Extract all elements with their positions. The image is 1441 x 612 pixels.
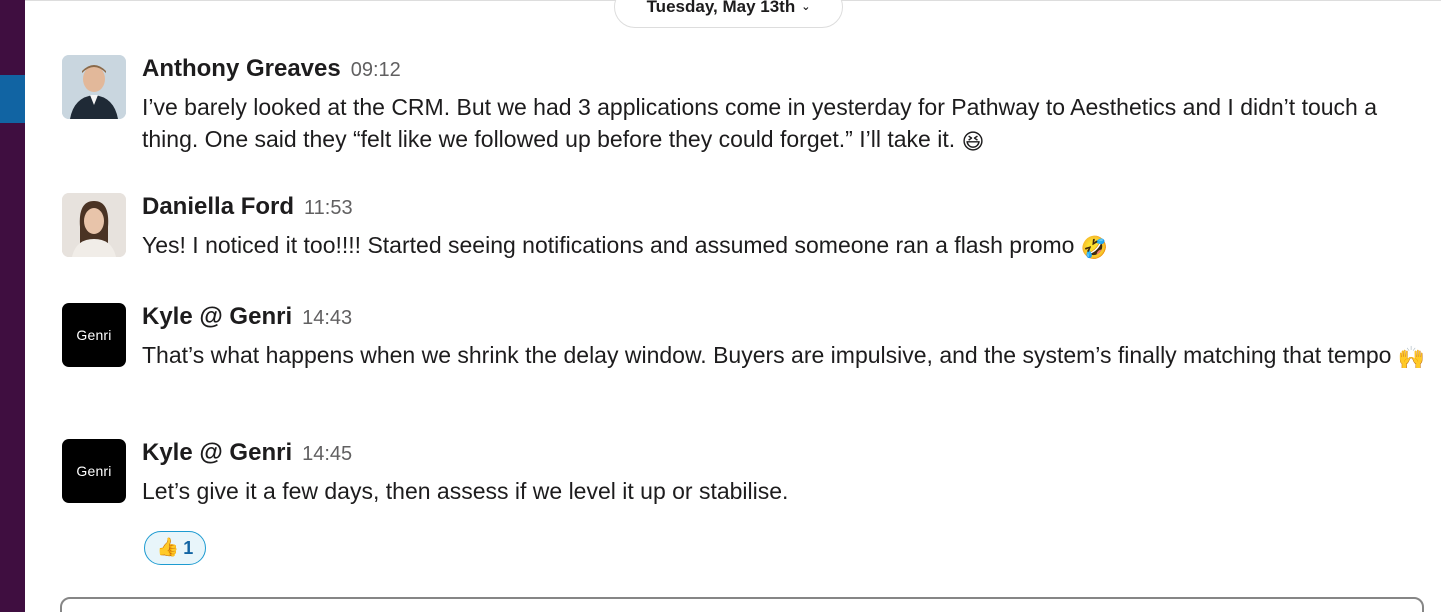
avatar-genri-logo: Genri	[76, 327, 112, 343]
message-item[interactable]: Genri Kyle @ Genri 14:43 That’s what hap…	[62, 303, 1432, 413]
message-text-content: That’s what happens when we shrink the d…	[142, 342, 1392, 368]
date-label: Tuesday, May 13th	[646, 0, 796, 16]
message-timestamp[interactable]: 14:43	[302, 307, 352, 330]
message-text: I’ve barely looked at the CRM. But we ha…	[142, 91, 1432, 155]
author-name[interactable]: Anthony Greaves	[142, 55, 341, 83]
message-item[interactable]: Daniella Ford 11:53 Yes! I noticed it to…	[62, 193, 1432, 265]
avatar[interactable]: Genri	[62, 303, 126, 367]
reaction-count: 1	[183, 537, 194, 558]
message-text-content: I’ve barely looked at the CRM. But we ha…	[142, 94, 1378, 152]
date-jump-button[interactable]: Tuesday, May 13th ⌄	[614, 0, 843, 28]
rolling-laughing-emoji: 🤣	[1080, 236, 1109, 261]
message-header: Kyle @ Genri 14:45	[142, 439, 1432, 471]
sidebar-active-indicator[interactable]	[0, 75, 25, 123]
message-text-content: Let’s give it a few days, then assess if…	[142, 478, 789, 504]
avatar[interactable]: Genri	[62, 439, 126, 503]
raising-hands-emoji: 🙌	[1397, 346, 1426, 371]
grinning-squinting-emoji: 😆	[961, 130, 985, 155]
message-body: Kyle @ Genri 14:43 That’s what happens w…	[142, 303, 1432, 371]
message-item[interactable]: Anthony Greaves 09:12 I’ve barely looked…	[62, 55, 1432, 165]
reaction-pill[interactable]: 👍 1	[144, 531, 206, 565]
message-text: Let’s give it a few days, then assess if…	[142, 475, 1432, 507]
author-name[interactable]: Daniella Ford	[142, 193, 294, 221]
message-timestamp[interactable]: 11:53	[304, 197, 353, 220]
chevron-down-icon: ⌄	[801, 0, 811, 13]
avatar-genri-logo: Genri	[76, 463, 112, 479]
slack-channel-view: Tuesday, May 13th ⌄ Anthony Greaves 09:1…	[0, 0, 1441, 612]
message-timestamp[interactable]: 14:45	[302, 443, 352, 466]
avatar[interactable]	[62, 55, 126, 119]
message-text: Yes! I noticed it too!!!! Started seeing…	[142, 229, 1432, 261]
message-body: Anthony Greaves 09:12 I’ve barely looked…	[142, 55, 1432, 155]
avatar-photo	[62, 55, 126, 119]
avatar-photo	[62, 193, 126, 257]
message-timestamp[interactable]: 09:12	[351, 59, 401, 82]
message-text-content: Yes! I noticed it too!!!! Started seeing…	[142, 232, 1075, 258]
message-composer[interactable]	[60, 597, 1424, 612]
avatar[interactable]	[62, 193, 126, 257]
message-header: Daniella Ford 11:53	[142, 193, 1432, 225]
author-name[interactable]: Kyle @ Genri	[142, 303, 292, 331]
author-name[interactable]: Kyle @ Genri	[142, 439, 292, 467]
thumbs-up-icon: 👍	[156, 537, 180, 558]
message-item[interactable]: Genri Kyle @ Genri 14:45 Let’s give it a…	[62, 439, 1432, 511]
message-text: That’s what happens when we shrink the d…	[142, 339, 1432, 371]
message-body: Daniella Ford 11:53 Yes! I noticed it to…	[142, 193, 1432, 261]
message-pane: Tuesday, May 13th ⌄ Anthony Greaves 09:1…	[25, 0, 1441, 612]
message-body: Kyle @ Genri 14:45 Let’s give it a few d…	[142, 439, 1432, 507]
message-header: Anthony Greaves 09:12	[142, 55, 1432, 87]
message-header: Kyle @ Genri 14:43	[142, 303, 1432, 335]
